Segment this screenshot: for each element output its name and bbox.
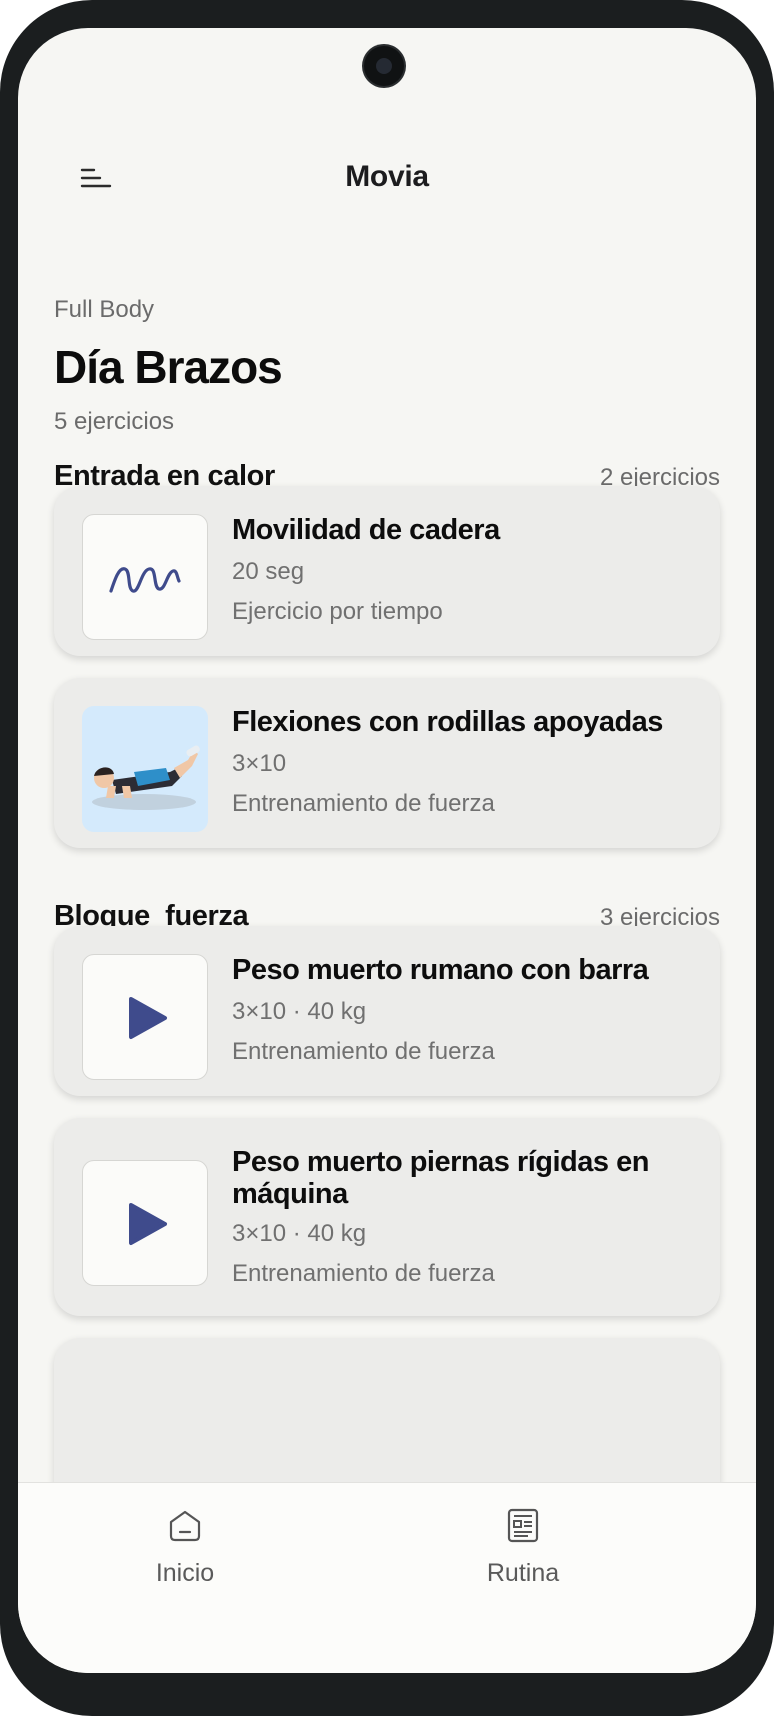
routine-title: Día Brazos [54,341,283,393]
exercise-meta: 3×10 [232,750,287,777]
pushup-illustration-icon [92,745,200,810]
exercise-card-next[interactable] [54,1338,720,1482]
nav-label: Inicio [155,1559,215,1587]
bottom-navigation: Inicio Rutina [18,1482,756,1673]
app-title: Movia [345,160,429,193]
routine-document-icon [507,1508,539,1543]
nav-item-rutina[interactable]: Rutina [448,1505,598,1595]
exercise-name: Movilidad de cadera [232,514,500,546]
exercise-name: Peso muerto piernas rígidas en máquina [232,1146,649,1210]
exercise-card-romanian-deadlift[interactable]: Peso muerto rumano con barra 3×10 · 40 k… [54,926,720,1096]
squiggle-drawing-icon [109,567,181,593]
exercise-type: Ejercicio por tiempo [232,598,443,625]
top-app-bar: Movia [18,148,756,228]
exercise-info: Flexiones con rodillas apoyadas 3×10 Ent… [232,706,696,818]
device-frame: Movia Full Body Día Brazos 5 ejercicios … [0,0,774,1716]
exercise-thumbnail [82,706,208,832]
exercise-name: Peso muerto rumano con barra [232,954,649,986]
exercise-card-knee-pushups[interactable]: Flexiones con rodillas apoyadas 3×10 Ent… [54,678,720,848]
exercise-meta: 3×10 · 40 kg [232,998,367,1025]
exercise-card-hip-mobility[interactable]: Movilidad de cadera 20 seg Ejercicio por… [54,486,720,656]
exercise-type: Entrenamiento de fuerza [232,1038,495,1065]
play-icon [129,997,167,1039]
routine-category: Full Body [54,296,155,323]
play-icon [129,1203,167,1245]
exercise-card-stiff-leg-deadlift[interactable]: Peso muerto piernas rígidas en máquina 3… [54,1118,720,1316]
phone-screen: Movia Full Body Día Brazos 5 ejercicios … [18,28,756,1673]
exercise-thumbnail [82,954,208,1080]
exercise-thumbnail [82,514,208,640]
exercise-info: Peso muerto piernas rígidas en máquina 3… [232,1146,696,1288]
exercise-type: Entrenamiento de fuerza [232,790,495,817]
exercise-info: Movilidad de cadera 20 seg Ejercicio por… [232,514,696,626]
nav-label: Rutina [486,1559,560,1587]
exercise-meta: 3×10 · 40 kg [232,1220,367,1247]
exercise-name: Flexiones con rodillas apoyadas [232,706,663,738]
scroll-content[interactable]: Movia Full Body Día Brazos 5 ejercicios … [18,28,756,1482]
exercise-type: Entrenamiento de fuerza [232,1260,495,1287]
exercise-meta: 20 seg [232,558,305,585]
exercise-thumbnail [82,1160,208,1286]
exercise-info: Peso muerto rumano con barra 3×10 · 40 k… [232,954,696,1066]
home-icon [169,1510,201,1542]
routine-exercise-count: 5 ejercicios [54,408,175,435]
nav-item-inicio[interactable]: Inicio [110,1505,260,1595]
